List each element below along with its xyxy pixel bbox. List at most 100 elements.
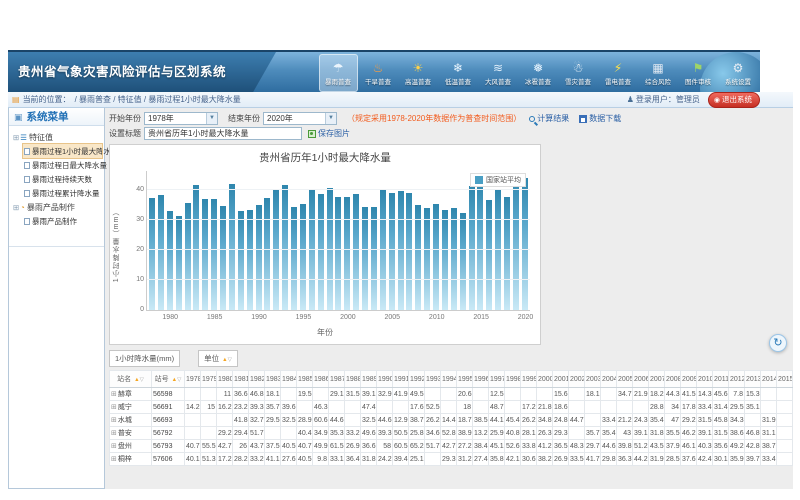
year-column-header[interactable]: 1990 (377, 371, 393, 388)
year-column-header[interactable]: 2006 (633, 371, 649, 388)
year-column-header[interactable]: 1981 (233, 371, 249, 388)
year-column-header[interactable]: 2014 (761, 371, 777, 388)
bar (158, 195, 164, 310)
logout-button[interactable]: ◉退出系统 (708, 92, 760, 108)
year-column-header[interactable]: 1992 (409, 371, 425, 388)
save-image-button[interactable]: 保存图片 (308, 128, 350, 139)
expand-icon[interactable]: ⊞ (13, 203, 19, 212)
value-cell: 49.9 (313, 440, 329, 453)
content-area: 开始年份 1978年 ▼ 结束年份 2020年 ▼ （规定采用1978-2020… (105, 108, 793, 489)
year-column-header[interactable]: 2010 (697, 371, 713, 388)
value-cell (473, 401, 489, 414)
nav-item-7[interactable]: ☃雪灾普查 (559, 54, 598, 92)
sidebar-item[interactable]: 暴雨产品制作 (23, 214, 102, 228)
nav-item-4[interactable]: ❄低温普查 (439, 54, 478, 92)
year-column-header[interactable]: 1989 (361, 371, 377, 388)
nav-item-2[interactable]: ♨干旱普查 (359, 54, 398, 92)
value-cell (345, 401, 361, 414)
year-column-header[interactable]: 2001 (553, 371, 569, 388)
year-column-header[interactable]: 2009 (681, 371, 697, 388)
col-station-header[interactable]: 站名▲▽ (110, 371, 152, 388)
chart-title-input[interactable]: 贵州省历年1小时最大降水量 (144, 127, 302, 140)
sidebar-item[interactable]: 暴雨过程持续天数 (23, 172, 102, 186)
year-column-header[interactable]: 2007 (649, 371, 665, 388)
value-cell (777, 453, 793, 466)
year-column-header[interactable]: 1988 (345, 371, 361, 388)
nav-item-3[interactable]: ☀高温普查 (399, 54, 438, 92)
year-column-header[interactable]: 1995 (457, 371, 473, 388)
nav-item-6[interactable]: ❅冰雹普查 (519, 54, 558, 92)
nav-item-10[interactable]: ⚑图件审核 (679, 54, 718, 92)
download-button[interactable]: 数据下载 (579, 113, 621, 124)
year-column-header[interactable]: 1993 (425, 371, 441, 388)
year-column-header[interactable]: 2000 (537, 371, 553, 388)
chevron-down-icon[interactable]: ▼ (206, 113, 217, 124)
nav-item-9[interactable]: ▦综合风险 (639, 54, 678, 92)
expand-icon[interactable]: ⊞ (13, 133, 19, 142)
sort-desc-icon[interactable]: ▽ (140, 377, 144, 383)
year-column-header[interactable]: 1987 (329, 371, 345, 388)
year-column-header[interactable]: 1991 (393, 371, 409, 388)
year-column-header[interactable]: 1985 (297, 371, 313, 388)
table-header-row: 站名▲▽站号▲▽19781979198019811982198319841985… (110, 371, 793, 388)
value-cell: 25.1 (409, 453, 425, 466)
nav-item-8[interactable]: ⚡雷电普查 (599, 54, 638, 92)
year-column-header[interactable]: 2011 (713, 371, 729, 388)
sort-desc-icon[interactable]: ▽ (228, 357, 232, 363)
unit-chip[interactable]: 单位▲▽ (198, 350, 238, 367)
year-column-header[interactable]: 1997 (489, 371, 505, 388)
value-cell: 42.7 (217, 440, 233, 453)
year-column-header[interactable]: 2012 (729, 371, 745, 388)
year-column-header[interactable]: 2005 (617, 371, 633, 388)
row-expand-icon[interactable]: ⊞ (111, 443, 117, 450)
year-column-header[interactable]: 1978 (185, 371, 201, 388)
sidebar-item[interactable]: 暴雨过程累计降水量 (23, 186, 102, 200)
row-expand-icon[interactable]: ⊞ (111, 430, 117, 437)
floating-refresh-button[interactable]: ↻ (769, 334, 787, 352)
year-column-header[interactable]: 1980 (217, 371, 233, 388)
value-cell: 14.3 (697, 388, 713, 401)
year-column-header[interactable]: 1986 (313, 371, 329, 388)
year-column-header[interactable]: 1996 (473, 371, 489, 388)
sort-desc-icon[interactable]: ▽ (177, 377, 181, 383)
row-expand-icon[interactable]: ⊞ (111, 391, 117, 398)
sidebar-item[interactable]: 暴雨过程日最大降水量 (23, 158, 102, 172)
value-cell (281, 388, 297, 401)
year-column-header[interactable]: 1982 (249, 371, 265, 388)
row-expand-icon[interactable]: ⊞ (111, 404, 117, 411)
year-column-header[interactable]: 1994 (441, 371, 457, 388)
year-column-header[interactable]: 2008 (665, 371, 681, 388)
measure-chip[interactable]: 1小时降水量(mm) (109, 350, 180, 367)
nav-item-5[interactable]: ≋大风普查 (479, 54, 518, 92)
gridline (147, 189, 530, 190)
nav-item-11[interactable]: ⚙系统设置 (719, 54, 758, 92)
year-column-header[interactable]: 2015 (777, 371, 793, 388)
year-column-header[interactable]: 1979 (201, 371, 217, 388)
tree-group-1[interactable]: ⊞☰特征值 (11, 130, 102, 144)
chevron-down-icon[interactable]: ▼ (325, 113, 336, 124)
year-column-header[interactable]: 1999 (521, 371, 537, 388)
year-column-header[interactable]: 2002 (569, 371, 585, 388)
year-column-header[interactable]: 2003 (585, 371, 601, 388)
nav-item-label: 图件审核 (685, 76, 711, 86)
year-column-header[interactable]: 2004 (601, 371, 617, 388)
year-column-header[interactable]: 2013 (745, 371, 761, 388)
col-station-id-header[interactable]: 站号▲▽ (152, 371, 185, 388)
start-year-select[interactable]: 1978年 ▼ (144, 112, 218, 125)
value-cell: 15 (201, 401, 217, 414)
nav-item-1[interactable]: ☂暴雨普查 (319, 54, 358, 92)
calculate-button[interactable]: 计算结果 (529, 113, 569, 124)
value-cell (377, 401, 393, 414)
year-column-header[interactable]: 1984 (281, 371, 297, 388)
row-expand-icon[interactable]: ⊞ (111, 417, 117, 424)
value-cell: 39.3 (249, 401, 265, 414)
end-year-select[interactable]: 2020年 ▼ (263, 112, 337, 125)
tree-group-2[interactable]: ⊞◔暴雨产品制作 (11, 200, 102, 214)
year-column-header[interactable]: 1998 (505, 371, 521, 388)
value-cell: 46.3 (313, 401, 329, 414)
row-expand-icon[interactable]: ⊞ (111, 456, 117, 463)
value-cell (281, 427, 297, 440)
year-column-header[interactable]: 1983 (265, 371, 281, 388)
sidebar-item[interactable]: 暴雨过程1小时最大降水量 (23, 144, 102, 158)
bar (513, 175, 519, 310)
